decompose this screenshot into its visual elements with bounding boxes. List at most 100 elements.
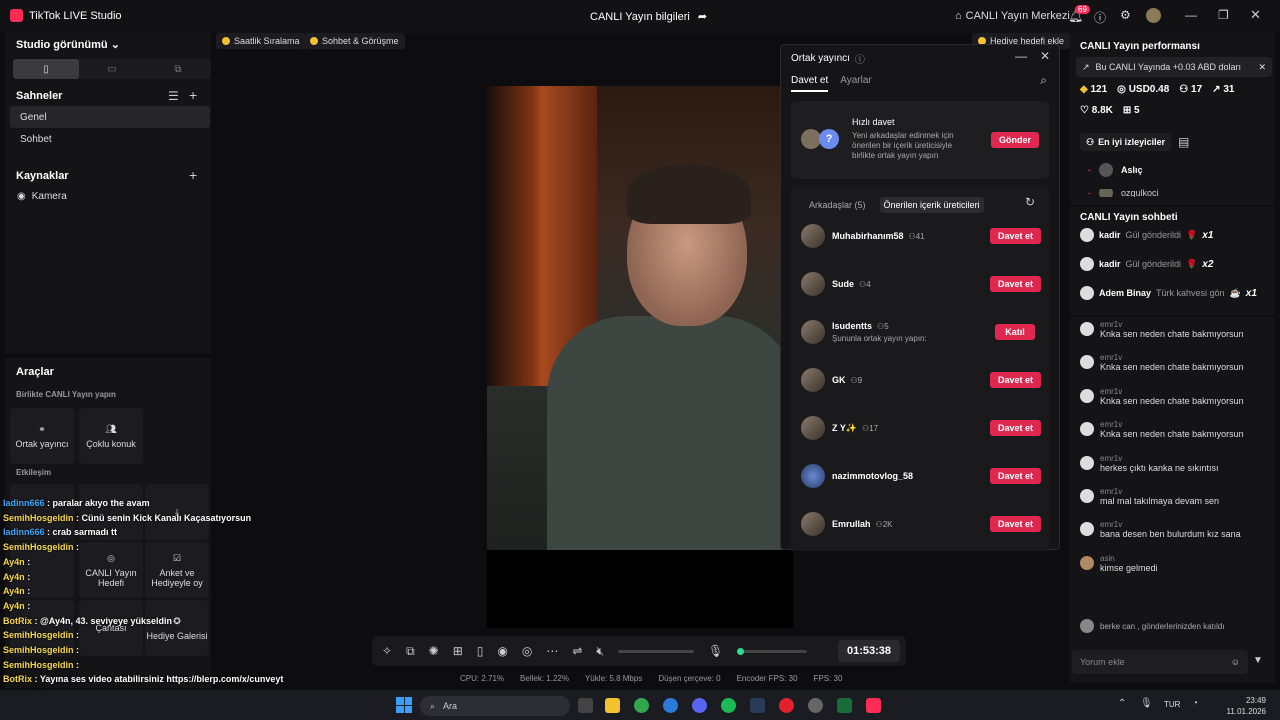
top-viewer-2[interactable]: - ozgulkoci bbox=[1088, 189, 1159, 197]
maximize-icon[interactable]: ❐ bbox=[1218, 8, 1229, 22]
taskbar-search[interactable]: ⌕ Ara bbox=[420, 696, 570, 716]
source-item-camera[interactable]: ◉ Kamera bbox=[17, 191, 67, 202]
add-scene-icon[interactable]: + bbox=[189, 87, 197, 103]
invite-button[interactable]: Davet et bbox=[989, 372, 1041, 388]
invite-button[interactable]: Davet et bbox=[989, 228, 1041, 244]
search-icon[interactable]: ⌕ bbox=[1040, 73, 1047, 88]
language-indicator[interactable]: TUR bbox=[1164, 700, 1180, 709]
creator-name: GK bbox=[832, 375, 846, 385]
more-icon[interactable]: ⋯ bbox=[546, 644, 558, 658]
hourly-rank-chip[interactable]: Saatlik Sıralama bbox=[216, 33, 306, 49]
microphone-tray-icon[interactable]: 🎙︎ bbox=[1140, 698, 1153, 709]
poll-button[interactable]: ☑ Anket ve Hediyeyle oy bbox=[145, 542, 209, 598]
gear-icon[interactable]: ⚙ bbox=[1120, 8, 1131, 22]
tool-card-3[interactable]: ⤓ bbox=[145, 484, 209, 540]
creator-avatar bbox=[801, 512, 825, 536]
network-icon[interactable]: ◔ bbox=[1192, 698, 1198, 709]
help-icon[interactable]: ⓘ bbox=[1094, 9, 1106, 26]
stream-icon[interactable]: ◎ bbox=[522, 644, 532, 658]
tiktok-taskbar-icon[interactable] bbox=[866, 698, 881, 713]
chrome-icon[interactable] bbox=[634, 698, 649, 713]
mic-volume-slider[interactable] bbox=[737, 647, 808, 655]
clock[interactable]: 23:49 11.01.2026 bbox=[1227, 695, 1266, 717]
overlay-user: ladinn666 bbox=[3, 498, 45, 508]
live-center-button[interactable]: ⌂ CANLI Yayın Merkezi bbox=[955, 10, 1070, 22]
live-info-button[interactable]: CANLI Yayın bilgileri ➦ bbox=[590, 10, 707, 24]
app-icon[interactable] bbox=[808, 698, 823, 713]
steam-icon[interactable] bbox=[750, 698, 765, 713]
list-icon[interactable]: ☰ bbox=[168, 89, 179, 103]
landscape-layout-icon[interactable]: ▭ bbox=[79, 59, 145, 79]
tab-suggested[interactable]: Önerilen içerik üreticileri bbox=[879, 197, 984, 213]
overlay-separator: : bbox=[32, 674, 40, 684]
list-detail-icon[interactable]: ▤ bbox=[1178, 135, 1189, 149]
tab-friends[interactable]: Arkadaşlar (5) bbox=[805, 197, 870, 213]
emoji-icon[interactable]: ☺ bbox=[1231, 657, 1240, 667]
minimize-icon[interactable]: — bbox=[1185, 8, 1197, 22]
live-goal-button[interactable]: ◎ CANLI Yayın Hedefi bbox=[79, 542, 143, 598]
performance-panel: CANLI Yayın performansı ↗ Bu CANLI Yayın… bbox=[1070, 33, 1275, 683]
magic-icon[interactable]: ✧ bbox=[382, 644, 392, 658]
send-button[interactable]: Gönder bbox=[991, 132, 1039, 148]
user-plus-icon: ⚇ bbox=[1086, 136, 1095, 147]
portrait-layout-icon[interactable]: ▯ bbox=[13, 59, 79, 79]
top-viewers-button[interactable]: ⚇ En iyi izleyiciler bbox=[1080, 133, 1172, 151]
discord-icon[interactable] bbox=[692, 698, 707, 713]
speaker-volume-slider[interactable] bbox=[617, 649, 694, 653]
effects-icon[interactable]: ✺ bbox=[429, 644, 439, 658]
chat-text: Knka sen neden chate bakmıyorsun bbox=[1100, 396, 1244, 406]
top-viewer-1[interactable]: - Aslıç bbox=[1088, 163, 1143, 177]
refresh-icon[interactable]: ↻ bbox=[1025, 195, 1035, 209]
filter-icon[interactable]: ▼ bbox=[1253, 655, 1263, 666]
add-source-icon[interactable]: + bbox=[189, 167, 197, 183]
invite-button[interactable]: Davet et bbox=[989, 468, 1041, 484]
tiktok-logo-icon bbox=[10, 9, 23, 22]
minimize-modal-icon[interactable]: — bbox=[1015, 49, 1027, 63]
camera-icon: ◉ bbox=[17, 191, 26, 202]
invite-button[interactable]: Davet et bbox=[989, 276, 1041, 292]
tab-invite[interactable]: Davet et bbox=[791, 75, 829, 92]
info-icon[interactable]: ⓘ bbox=[855, 51, 865, 66]
creator-info: Z Y✨ ⚇ 17 bbox=[825, 423, 878, 434]
speaker-muted-icon[interactable]: 🔇︎ bbox=[596, 644, 604, 659]
opera-icon[interactable] bbox=[779, 698, 794, 713]
close-notice-icon[interactable]: ✕ bbox=[1258, 62, 1266, 73]
windows-start-icon[interactable] bbox=[396, 697, 412, 713]
edge-icon[interactable] bbox=[663, 698, 678, 713]
chevron-up-icon[interactable]: ⌃ bbox=[1118, 698, 1126, 709]
spotify-icon[interactable] bbox=[721, 698, 736, 713]
multi-guest-button[interactable]: 👥︎ Çoklu konuk bbox=[79, 408, 143, 464]
close-icon[interactable]: ✕ bbox=[1250, 7, 1261, 23]
layout-icon[interactable]: ⧉ bbox=[406, 644, 415, 659]
mic-level-knob[interactable] bbox=[737, 647, 745, 655]
bag-button[interactable]: Çantası bbox=[79, 600, 143, 656]
microphone-icon[interactable]: 🎙︎ bbox=[708, 644, 723, 658]
chat-meet-chip[interactable]: Sohbet & Görüşme bbox=[304, 33, 405, 49]
gift-text: Gül gönderildi bbox=[1125, 230, 1182, 240]
status-bar: CPU: 2.71% Bellek: 1.22% Yükle: 5.8 Mbps… bbox=[460, 674, 842, 683]
co-host-button[interactable]: ⚭ Ortak yayıncı bbox=[10, 408, 74, 464]
avatar[interactable] bbox=[1146, 8, 1161, 23]
file-explorer-icon[interactable] bbox=[605, 698, 620, 713]
mixer-icon[interactable]: ⇌ bbox=[572, 644, 582, 658]
gift-gallery-button[interactable]: ✪ Hediye Galerisi bbox=[145, 600, 209, 656]
terminal-icon[interactable] bbox=[837, 698, 852, 713]
close-modal-icon[interactable]: ✕ bbox=[1040, 49, 1050, 63]
invite-button[interactable]: Davet et bbox=[989, 516, 1041, 532]
invite-button[interactable]: Davet et bbox=[989, 420, 1041, 436]
task-view-icon[interactable] bbox=[578, 698, 593, 713]
phone-icon[interactable]: ▯ bbox=[477, 644, 484, 658]
add-media-icon[interactable]: ⊞ bbox=[453, 644, 463, 658]
follower-icon: ⚇ bbox=[850, 375, 858, 385]
comment-input[interactable]: Yorum ekle ☺ bbox=[1072, 650, 1248, 674]
join-button[interactable]: Katıl bbox=[995, 324, 1035, 340]
tab-settings[interactable]: Ayarlar bbox=[840, 75, 872, 92]
studio-view-dropdown[interactable]: Studio görünümü ⌄ bbox=[16, 38, 120, 51]
follower-icon: ⚇ bbox=[875, 519, 883, 529]
record-icon[interactable]: ◉ bbox=[497, 644, 507, 658]
scene-item-genel[interactable]: Genel bbox=[10, 106, 210, 128]
creator-row: lsudentts ⚇ 5 Şununla ortak yayın yapın: Ka… bbox=[801, 317, 1041, 347]
scene-item-sohbet[interactable]: Sohbet bbox=[10, 128, 210, 150]
multi-layout-icon[interactable]: ⧉ bbox=[145, 59, 211, 79]
overlay-user: Ay4n bbox=[3, 601, 25, 611]
